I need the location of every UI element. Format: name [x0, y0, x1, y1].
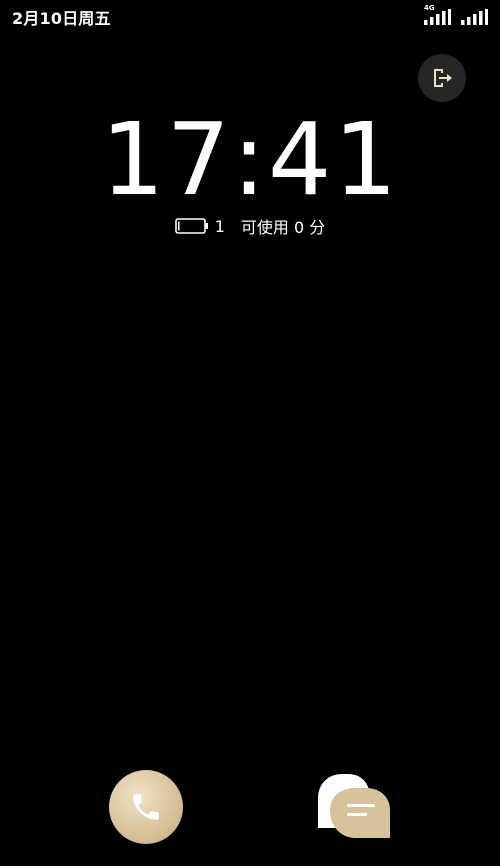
status-date: 2月10日周五 [12, 9, 111, 28]
lock-clock: 17:41 [100, 101, 400, 218]
battery-remaining-time: 可使用 0 分 [240, 218, 326, 237]
battery-icon [174, 218, 208, 234]
battery-status: 1 可使用 0 分 [0, 214, 500, 238]
message-shortcut[interactable] [314, 770, 394, 842]
phone-icon [133, 794, 159, 820]
exit-icon [434, 69, 452, 87]
phone-shortcut[interactable] [109, 770, 183, 844]
status-bar: 2月10日周五 4G [0, 0, 500, 32]
sim1-signal: 4G [423, 4, 451, 25]
battery-level: 1 [214, 216, 225, 236]
sim2-signal [460, 5, 488, 25]
message-icon [318, 774, 390, 838]
signal-bars-icon [424, 9, 451, 25]
exit-button[interactable] [418, 54, 466, 102]
signal-bars-icon [461, 9, 488, 25]
